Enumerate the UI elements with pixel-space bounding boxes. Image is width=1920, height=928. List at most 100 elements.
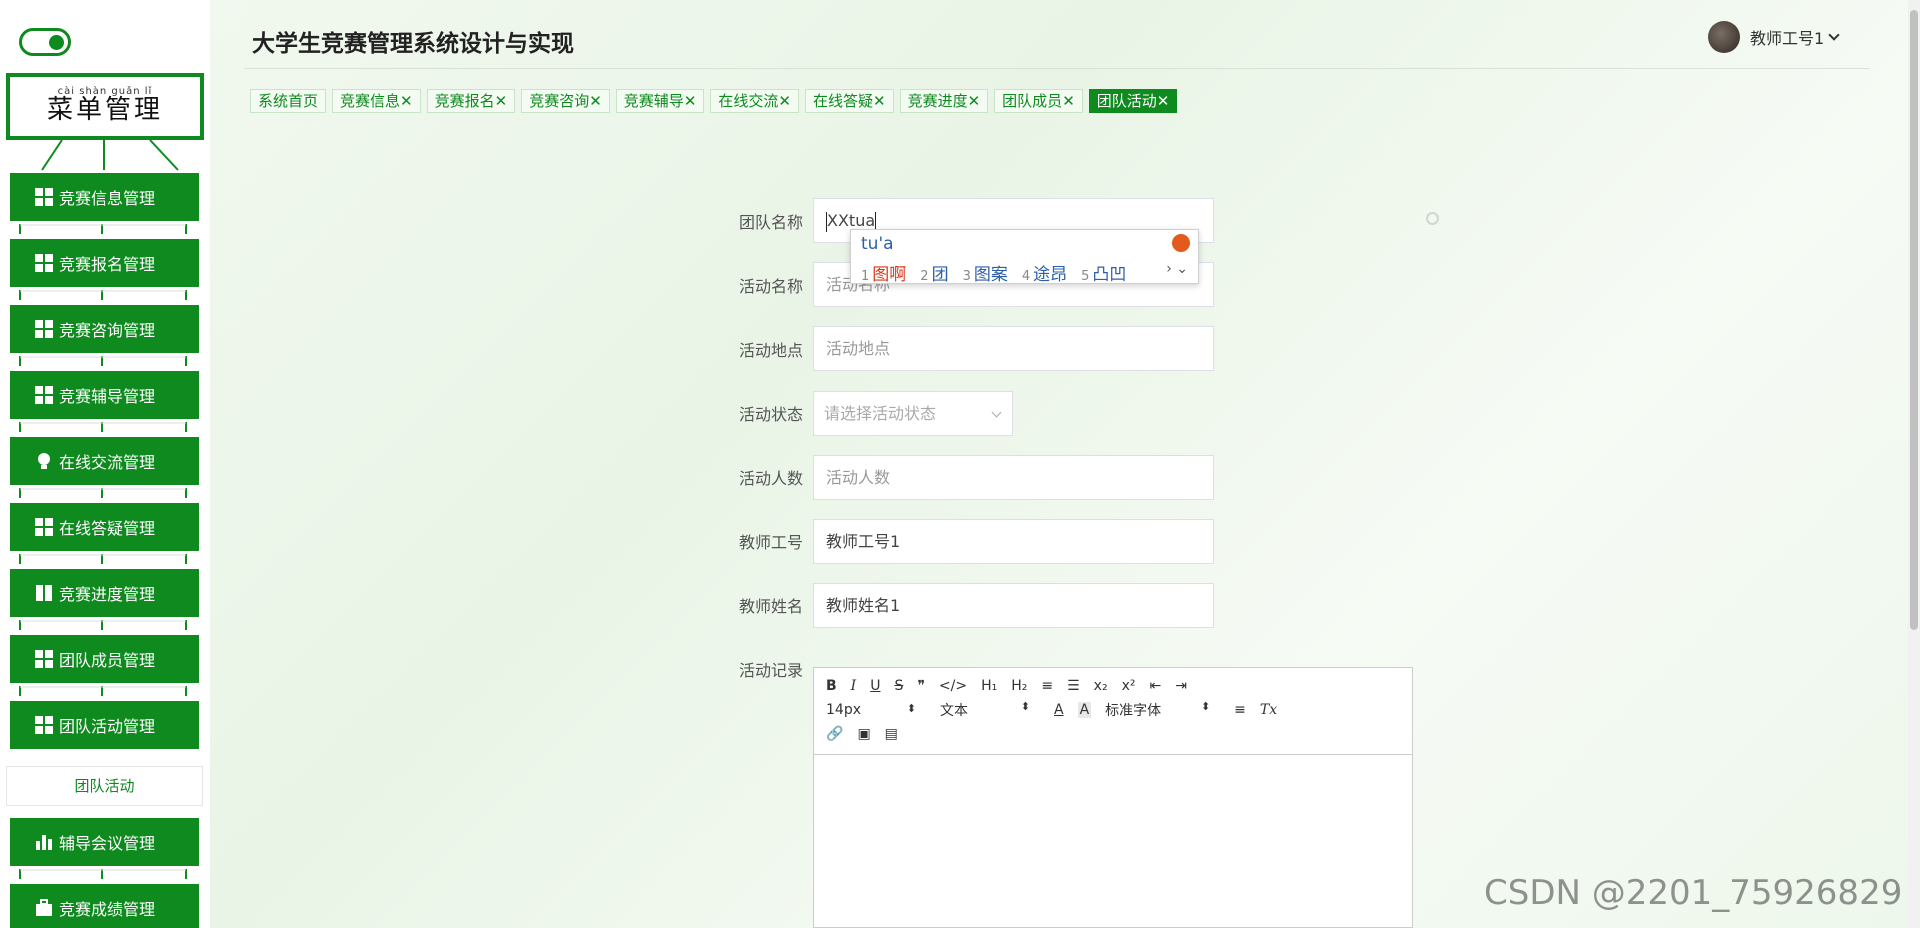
link-icon[interactable]: 🔗 xyxy=(826,726,843,742)
tab-8[interactable]: 竞赛进度✕ xyxy=(899,89,989,113)
toolbar-button-14[interactable]: ⇥ xyxy=(1175,678,1187,694)
tab-6[interactable]: 在线交流✕ xyxy=(710,89,799,113)
sidebar-item-2[interactable]: 竞赛报名管理 xyxy=(10,239,199,287)
sidebar-item-9[interactable]: 团队活动管理 xyxy=(10,701,199,749)
sidebar-connector xyxy=(19,356,187,366)
sidebar-connector xyxy=(19,620,187,630)
sidebar-item-10[interactable]: 辅导会议管理 xyxy=(10,818,199,866)
tab-5[interactable]: 竞赛辅导✕ xyxy=(615,89,705,113)
location-input[interactable]: 活动地点 xyxy=(813,326,1214,371)
editor-toolbar: BIUS ❞ </> H₁ H₂ ≡ ☰ x₂ x² ⇤ ⇥ 14px 文本 A A 标准字体 ≡ … xyxy=(814,668,1412,755)
toolbar-button-11[interactable]: x₂ xyxy=(1094,678,1108,694)
sidebar-connector xyxy=(19,422,187,432)
ime-candidate[interactable]: 5 凸凹 xyxy=(1081,260,1126,285)
ime-candidate-text: 图案 xyxy=(973,265,1008,285)
user-menu[interactable]: 教师工号1 xyxy=(1708,21,1840,53)
sidebar-item-1[interactable]: 竞赛信息管理 xyxy=(10,173,199,221)
toolbar-button-4[interactable]: S xyxy=(894,678,903,694)
sidebar-item-7[interactable]: 竞赛进度管理 xyxy=(10,569,199,617)
video-icon[interactable]: ▤ xyxy=(885,726,898,742)
rich-text-editor: BIUS ❞ </> H₁ H₂ ≡ ☰ x₂ x² ⇤ ⇥ 14px 文本 A A 标准字体 ≡ … xyxy=(813,667,1413,928)
toolbar-button-3[interactable]: U xyxy=(870,678,880,694)
menu-title: 菜单管理 xyxy=(46,95,163,125)
toolbar-button-12[interactable]: x² xyxy=(1122,678,1136,694)
tab-1[interactable]: 系统首页 xyxy=(250,89,327,113)
ime-nav[interactable]: › ⌄ xyxy=(1166,261,1188,277)
sidebar-item-8[interactable]: 团队成员管理 xyxy=(10,635,199,683)
tab-9[interactable]: 团队成员✕ xyxy=(994,89,1083,113)
sidebar-item-11[interactable]: 竞赛成绩管理 xyxy=(10,884,199,928)
font-family-picker[interactable]: 标准字体 xyxy=(1105,700,1210,720)
sidebar-item-3[interactable]: 竞赛咨询管理 xyxy=(10,305,199,353)
count-input[interactable]: 活动人数 xyxy=(813,455,1214,500)
teacher-id-input[interactable]: 教师工号1 xyxy=(813,519,1214,564)
editor-content-area[interactable] xyxy=(814,755,1412,925)
tab-4[interactable]: 竞赛咨询✕ xyxy=(521,89,610,113)
menu-title-box: cài shàn guǎn lǐ 菜单管理 xyxy=(6,73,204,140)
toolbar-button-6[interactable]: </> xyxy=(939,678,967,694)
bar-chart-icon xyxy=(35,833,53,851)
ime-candidate[interactable]: 1 图啊 xyxy=(861,260,906,285)
grid-icon xyxy=(35,386,53,404)
sidebar-item-label: 在线答疑管理 xyxy=(59,519,156,538)
avatar xyxy=(1708,21,1740,53)
ime-candidate-number: 3 xyxy=(962,269,971,284)
sidebar-item-label: 在线交流管理 xyxy=(59,453,156,472)
tab-label: 在线交流 xyxy=(718,92,779,110)
sidebar-item-5[interactable]: 在线交流管理 xyxy=(10,437,199,485)
grid-icon xyxy=(35,518,53,536)
sidebar-connector xyxy=(19,554,187,564)
tab-10[interactable]: 团队活动✕ xyxy=(1088,89,1178,113)
scrollbar-thumb[interactable] xyxy=(1910,10,1918,630)
close-icon[interactable]: ✕ xyxy=(968,92,981,110)
toolbar-row-2: 14px 文本 A A 标准字体 ≡ Tx xyxy=(826,698,1400,722)
chevron-down-icon xyxy=(991,407,1002,418)
ime-candidate[interactable]: 4 途昂 xyxy=(1022,260,1067,285)
sidebar-item-6[interactable]: 在线答疑管理 xyxy=(10,503,199,551)
tab-7[interactable]: 在线答疑✕ xyxy=(804,89,894,113)
font-size-picker[interactable]: 14px xyxy=(826,702,916,718)
background-color-button[interactable]: A xyxy=(1077,702,1092,718)
close-icon[interactable]: ✕ xyxy=(873,92,886,110)
toolbar-button-7[interactable]: H₁ xyxy=(981,678,997,694)
menu-title-connector xyxy=(41,140,179,171)
sidebar-connector xyxy=(19,290,187,300)
toolbar-button-5[interactable]: ❞ xyxy=(917,678,925,694)
paragraph-picker[interactable]: 文本 xyxy=(940,700,1030,720)
toolbar-button-2[interactable]: I xyxy=(851,678,857,694)
toolbar-button-9[interactable]: ≡ xyxy=(1041,678,1053,694)
clear-format-button[interactable]: Tx xyxy=(1260,702,1277,718)
page-title: 大学生竞赛管理系统设计与实现 xyxy=(252,31,574,57)
ime-logo-icon[interactable] xyxy=(1172,234,1190,252)
toolbar-button-1[interactable]: B xyxy=(826,678,837,694)
close-icon[interactable]: ✕ xyxy=(589,92,602,110)
ime-candidate[interactable]: 3 图案 xyxy=(963,260,1008,285)
sidebar-item-label: 团队成员管理 xyxy=(59,651,156,670)
close-icon[interactable]: ✕ xyxy=(400,92,413,110)
toolbar-button-8[interactable]: H₂ xyxy=(1011,678,1027,694)
text-color-button[interactable]: A xyxy=(1054,702,1064,718)
ime-candidate[interactable]: 2团 xyxy=(920,260,948,285)
page-scrollbar[interactable] xyxy=(1908,0,1920,928)
image-icon[interactable]: ▣ xyxy=(857,726,870,742)
ime-candidate-text: 凸凹 xyxy=(1092,265,1127,285)
status-select[interactable]: 请选择活动状态 xyxy=(813,391,1013,436)
close-icon[interactable]: ✕ xyxy=(684,92,697,110)
tab-3[interactable]: 竞赛报名✕ xyxy=(426,89,516,113)
close-icon[interactable]: ✕ xyxy=(1062,92,1075,110)
close-icon[interactable]: ✕ xyxy=(1157,92,1170,110)
settings-dot-icon xyxy=(1426,212,1439,225)
align-button[interactable]: ≡ xyxy=(1234,702,1246,718)
tab-label: 系统首页 xyxy=(258,92,319,110)
teacher-name-input[interactable]: 教师姓名1 xyxy=(813,583,1214,628)
tab-2[interactable]: 竞赛信息✕ xyxy=(332,89,421,113)
toolbar-button-10[interactable]: ☰ xyxy=(1067,678,1080,694)
collapse-toggle[interactable] xyxy=(19,28,71,56)
sidebar-item-4[interactable]: 竞赛辅导管理 xyxy=(10,371,199,419)
sidebar-connector xyxy=(19,224,187,234)
close-icon[interactable]: ✕ xyxy=(778,92,791,110)
toolbar-button-13[interactable]: ⇤ xyxy=(1149,678,1161,694)
close-icon[interactable]: ✕ xyxy=(495,92,508,110)
sidebar-subitem-team-activity[interactable]: 团队活动 xyxy=(6,766,203,806)
tab-label: 竞赛辅导 xyxy=(623,92,684,110)
